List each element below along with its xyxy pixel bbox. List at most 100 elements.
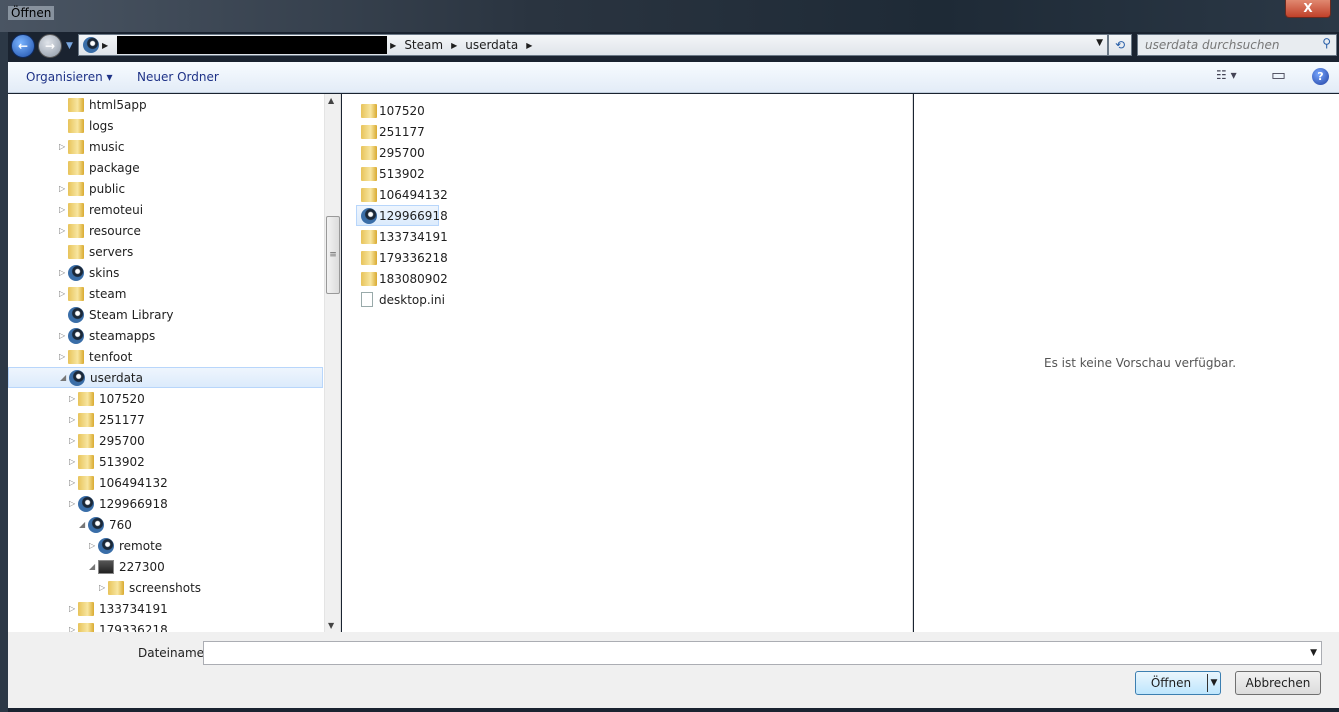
expand-icon[interactable]: ▷: [69, 478, 77, 487]
search-icon[interactable]: ⚲: [1322, 36, 1331, 50]
expand-icon[interactable]: ▷: [69, 394, 77, 403]
address-dropdown[interactable]: ▼: [1096, 38, 1103, 48]
tree-item[interactable]: ▷ screenshots: [8, 577, 323, 598]
file-item-label: 129966918: [379, 208, 448, 223]
title-bar: Öffnen X: [0, 0, 1339, 32]
file-item[interactable]: 179336218: [357, 247, 557, 268]
preview-pane-icon[interactable]: ▭: [1271, 65, 1286, 84]
organize-button[interactable]: Organisieren ▾: [26, 70, 113, 84]
tree-item[interactable]: Steam Library: [8, 304, 323, 325]
file-item[interactable]: desktop.ini: [357, 289, 557, 310]
folder-icon: [68, 286, 84, 301]
chevron-right-icon[interactable]: ▶: [526, 41, 532, 50]
filename-input[interactable]: ▼: [203, 641, 1322, 665]
address-bar[interactable]: ▶ ▶ Steam ▶ userdata ▶ ▼: [78, 34, 1108, 56]
tree-item[interactable]: ▷ 295700: [8, 430, 323, 451]
file-item[interactable]: 295700: [357, 142, 557, 163]
expand-icon[interactable]: ▷: [59, 352, 67, 361]
tree-item[interactable]: ▷ 129966918: [8, 493, 323, 514]
redacted-path: [117, 36, 388, 54]
tree-item[interactable]: ▷ remoteui: [8, 199, 323, 220]
breadcrumb-steam[interactable]: Steam: [404, 38, 443, 52]
tree-item[interactable]: ▷ 107520: [8, 388, 323, 409]
tree-item[interactable]: servers: [8, 241, 323, 262]
file-item[interactable]: 513902: [357, 163, 557, 184]
recent-pages-dropdown[interactable]: ▼: [66, 41, 73, 51]
tree-item[interactable]: package: [8, 157, 323, 178]
search-placeholder: userdata durchsuchen: [1145, 38, 1280, 52]
file-item[interactable]: 251177: [357, 121, 557, 142]
search-input[interactable]: userdata durchsuchen ⚲: [1137, 34, 1337, 56]
new-folder-button[interactable]: Neuer Ordner: [137, 70, 219, 84]
file-item[interactable]: 183080902: [357, 268, 557, 289]
file-item-label: 251177: [379, 124, 425, 139]
expand-icon[interactable]: ▷: [69, 436, 77, 445]
tree-item[interactable]: ▷ 251177: [8, 409, 323, 430]
collapse-icon[interactable]: ◢: [79, 520, 87, 529]
refresh-button[interactable]: ⟲: [1108, 34, 1132, 56]
expand-icon[interactable]: ▷: [59, 331, 67, 340]
collapse-icon[interactable]: ◢: [60, 373, 68, 382]
scroll-down-icon[interactable]: ▼: [328, 621, 334, 630]
folder-icon: [361, 145, 377, 160]
tree-item-label: 251177: [99, 412, 145, 427]
file-item[interactable]: 129966918: [356, 205, 448, 226]
expand-icon[interactable]: ▷: [69, 457, 77, 466]
filename-dropdown[interactable]: ▼: [1310, 648, 1317, 658]
tree-scrollbar[interactable]: ▲ ≡ ▼: [324, 94, 340, 632]
tree-item[interactable]: ▷ steam: [8, 283, 323, 304]
tree-item[interactable]: logs: [8, 115, 323, 136]
steam-icon: [98, 537, 114, 554]
tree-item[interactable]: ▷ public: [8, 178, 323, 199]
close-button[interactable]: X: [1285, 0, 1331, 18]
expand-icon[interactable]: ▷: [69, 415, 77, 424]
expand-icon[interactable]: ▷: [59, 184, 67, 193]
expand-icon[interactable]: ▷: [89, 541, 97, 550]
tree-item[interactable]: ▷ 513902: [8, 451, 323, 472]
tree-item-label: Steam Library: [89, 307, 174, 322]
tree-item[interactable]: ◢ userdata: [8, 367, 323, 388]
expand-icon[interactable]: ▷: [99, 583, 107, 592]
tree-item[interactable]: ▷ remote: [8, 535, 323, 556]
tree-item[interactable]: ▷ resource: [8, 220, 323, 241]
chevron-right-icon[interactable]: ▶: [451, 41, 457, 50]
expand-icon[interactable]: ▷: [59, 226, 67, 235]
tree-item[interactable]: ▷ 179336218: [8, 619, 323, 632]
cancel-button[interactable]: Abbrechen: [1235, 671, 1321, 695]
expand-icon[interactable]: ▷: [59, 289, 67, 298]
file-item[interactable]: 133734191: [357, 226, 557, 247]
preview-pane: Es ist keine Vorschau verfügbar.: [914, 94, 1339, 632]
tree-item[interactable]: ▷ 133734191: [8, 598, 323, 619]
chevron-right-icon[interactable]: ▶: [390, 41, 396, 50]
expand-icon[interactable]: ▷: [69, 604, 77, 613]
view-options-icon[interactable]: ☷ ▾: [1216, 68, 1237, 82]
tree-item[interactable]: ▷ tenfoot: [8, 346, 323, 367]
breadcrumb-userdata[interactable]: userdata: [465, 38, 518, 52]
folder-icon: [68, 139, 84, 154]
tree-item[interactable]: html5app: [8, 94, 323, 115]
tree-item[interactable]: ▷ skins: [8, 262, 323, 283]
chevron-right-icon[interactable]: ▶: [102, 41, 108, 50]
tree-item[interactable]: ▷ 106494132: [8, 472, 323, 493]
help-icon[interactable]: ?: [1312, 68, 1329, 85]
tree-item[interactable]: ▷ steamapps: [8, 325, 323, 346]
file-item[interactable]: 106494132: [357, 184, 557, 205]
scroll-up-icon[interactable]: ▲: [328, 96, 334, 105]
forward-button[interactable]: →: [38, 34, 62, 58]
open-button[interactable]: Öffnen ▼: [1135, 671, 1221, 695]
expand-icon[interactable]: ▷: [69, 499, 77, 508]
open-dropdown[interactable]: ▼: [1207, 674, 1220, 692]
tree-item[interactable]: ◢ 760: [8, 514, 323, 535]
folder-icon: [68, 349, 84, 364]
tree-item[interactable]: ▷ music: [8, 136, 323, 157]
expand-icon[interactable]: ▷: [59, 268, 67, 277]
expand-icon[interactable]: ▷: [69, 625, 77, 632]
expand-icon[interactable]: ▷: [59, 205, 67, 214]
tree-item[interactable]: ◢ 227300: [8, 556, 323, 577]
file-item[interactable]: 107520: [357, 100, 557, 121]
tree-item-label: resource: [89, 223, 141, 238]
expand-icon[interactable]: ▷: [59, 142, 67, 151]
back-button[interactable]: ←: [11, 34, 35, 58]
scrollbar-thumb[interactable]: ≡: [326, 216, 340, 294]
collapse-icon[interactable]: ◢: [89, 562, 97, 571]
